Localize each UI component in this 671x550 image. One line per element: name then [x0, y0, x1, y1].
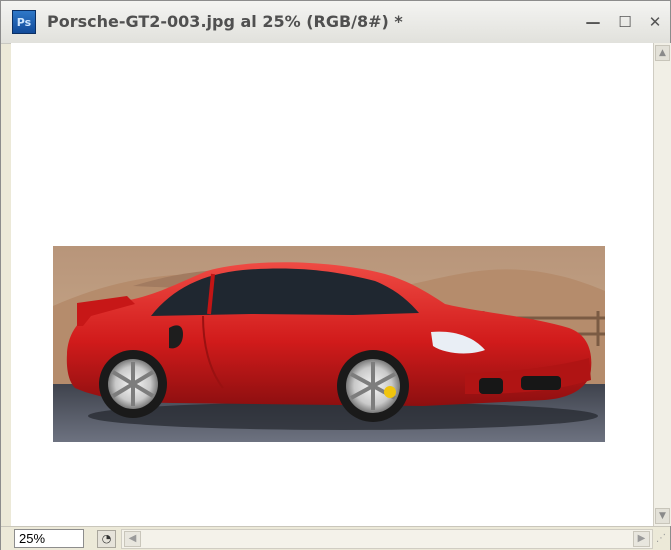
chevron-left-icon[interactable]: ◀	[124, 531, 141, 547]
close-icon[interactable]: ✕	[645, 12, 665, 32]
resize-grip-icon[interactable]: ⋰	[656, 532, 668, 546]
photoshop-icon: Ps	[12, 10, 36, 34]
vertical-scrollbar[interactable]: ▲ ▼	[653, 43, 671, 526]
minimize-icon[interactable]: —	[583, 12, 603, 32]
front-brake-caliper	[384, 386, 396, 398]
front-intake-2	[521, 376, 561, 390]
canvas-area[interactable]	[11, 43, 653, 526]
title-bar[interactable]: Ps Porsche-GT2-003.jpg al 25% (RGB/8#) *…	[1, 1, 670, 44]
chevron-up-icon[interactable]: ▲	[655, 45, 670, 61]
car-photo	[53, 246, 605, 442]
document-window: Ps Porsche-GT2-003.jpg al 25% (RGB/8#) *…	[0, 0, 671, 550]
zoom-field[interactable]: 25%	[14, 529, 84, 548]
horizontal-scrollbar[interactable]: ◀ ▶	[121, 529, 653, 549]
car-shadow	[88, 402, 598, 430]
front-intake	[479, 378, 503, 394]
document-status-icon[interactable]: ◔	[97, 530, 116, 548]
document-title: Porsche-GT2-003.jpg al 25% (RGB/8#) *	[47, 12, 403, 31]
status-bar: 25% ◔ ◀ ▶ ⋰	[1, 526, 670, 550]
maximize-icon[interactable]: ☐	[615, 12, 635, 32]
chevron-down-icon[interactable]: ▼	[655, 508, 670, 524]
chevron-right-icon[interactable]: ▶	[633, 531, 650, 547]
